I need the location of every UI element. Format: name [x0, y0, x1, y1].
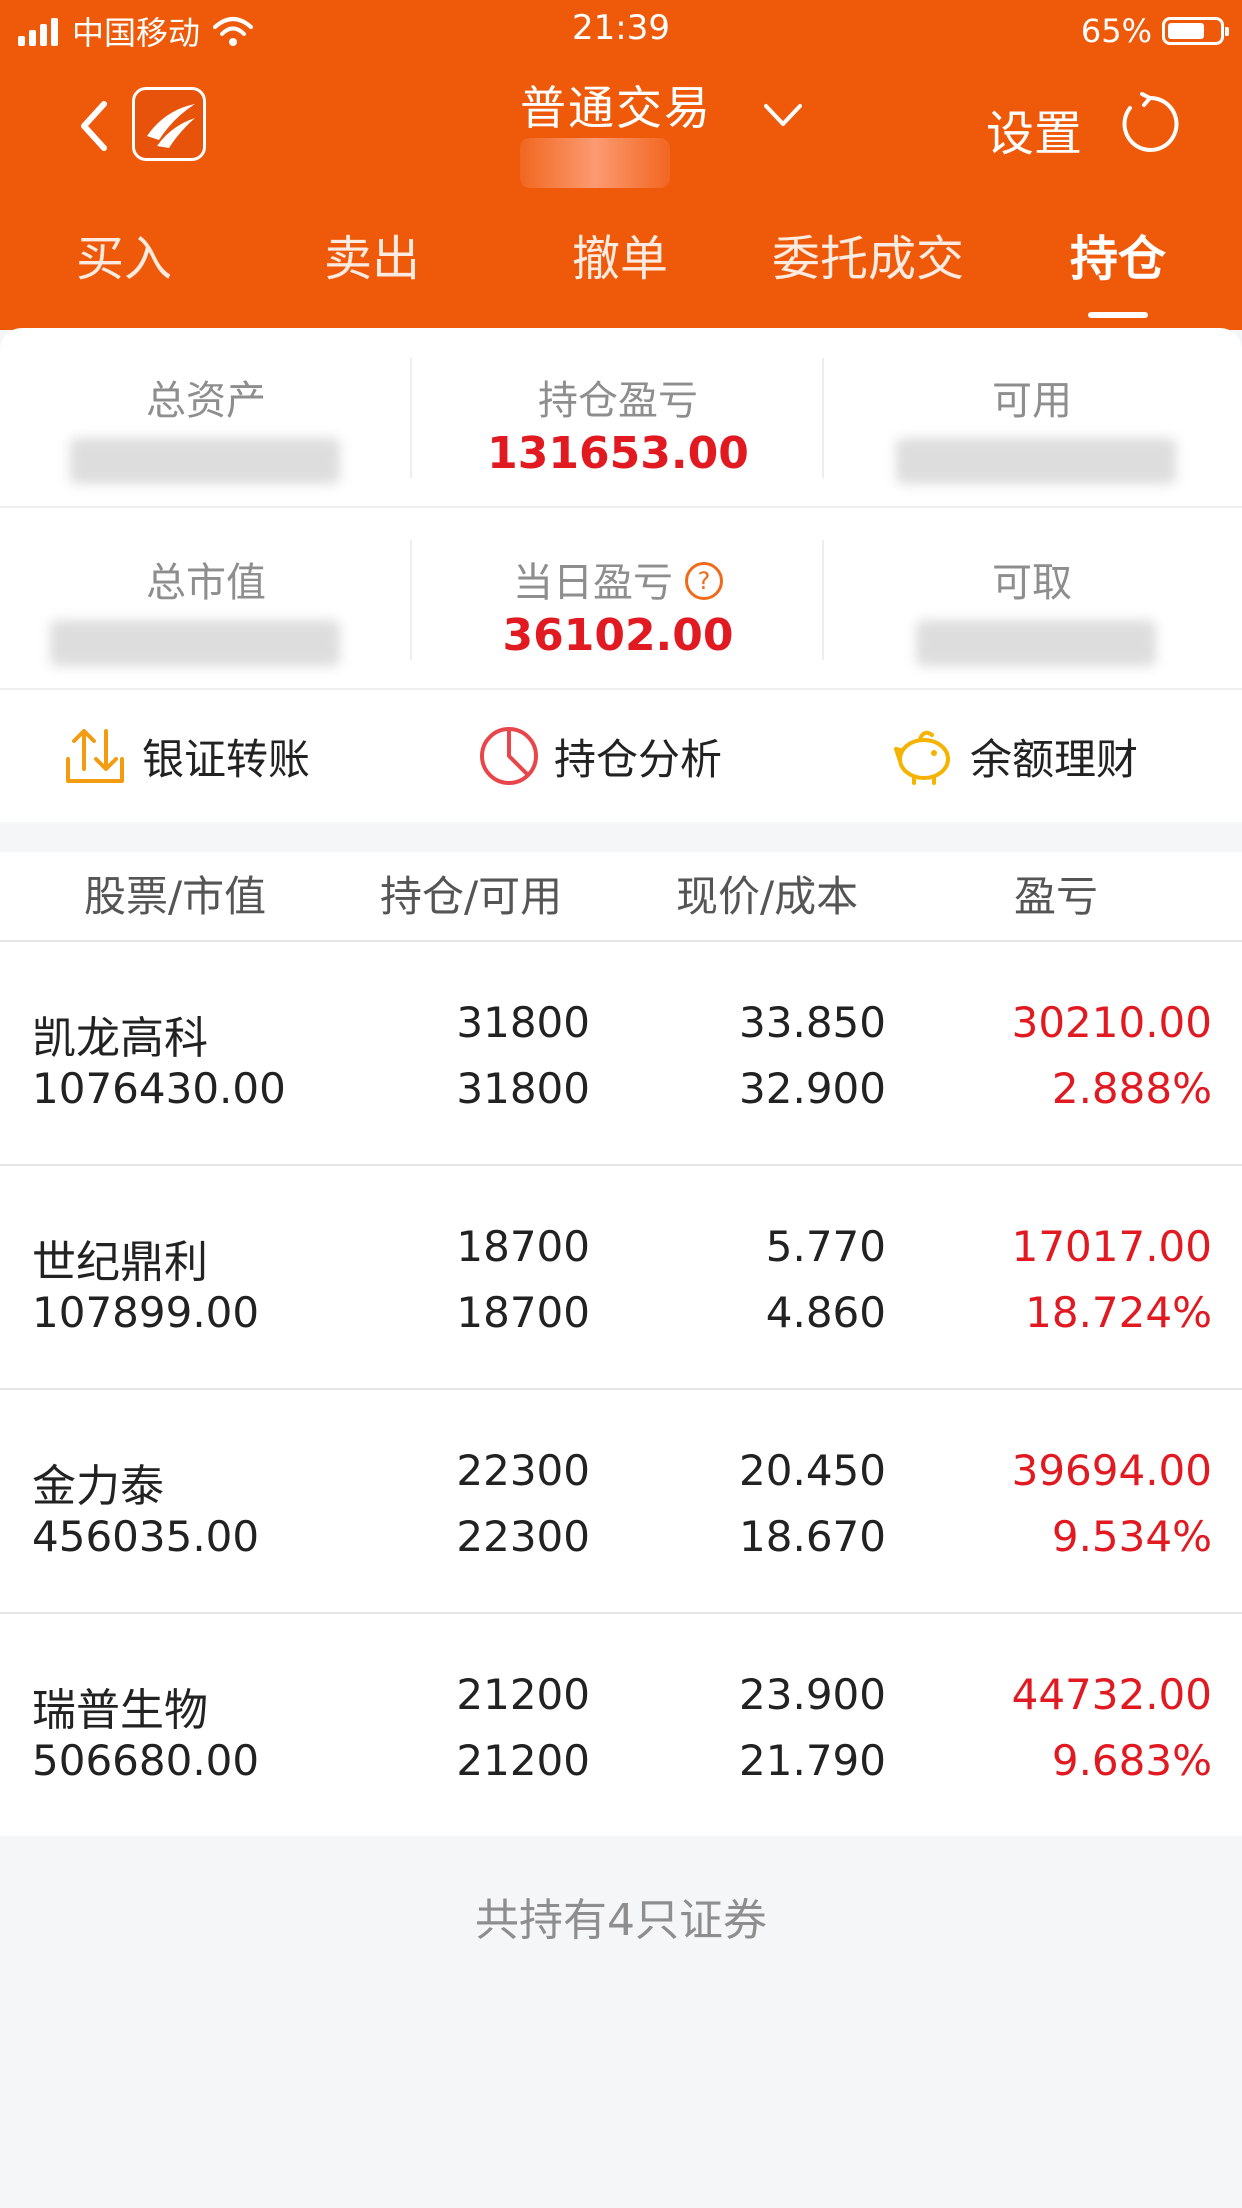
- tab-buy[interactable]: 买入: [0, 222, 248, 322]
- cost-price: 32.900: [739, 1064, 886, 1113]
- position-pl-value: 131653.00: [487, 428, 749, 479]
- cost-price: 4.860: [765, 1288, 886, 1337]
- divider: [410, 358, 412, 478]
- withdrawable-label: 可取: [992, 560, 1072, 606]
- column-header: 现价/成本: [676, 872, 859, 921]
- wealth-management-label: 余额理财: [970, 734, 1139, 784]
- available-funds: 可用: [826, 328, 1238, 508]
- wealth-management-button[interactable]: 余额理财: [890, 720, 1138, 792]
- available-qty: 31800: [456, 1064, 590, 1113]
- stock-market-value: 506680.00: [32, 1736, 260, 1785]
- table-row[interactable]: 金力泰 456035.00 22300 22300 20.450 18.670 …: [0, 1388, 1242, 1614]
- tab-bar: 买入 卖出 撤单 委托成交 持仓: [0, 222, 1242, 322]
- divider: [0, 688, 1242, 690]
- column-header: 持仓/可用: [380, 872, 563, 921]
- stock-market-value: 1076430.00: [32, 1064, 286, 1113]
- tab-positions[interactable]: 持仓: [994, 222, 1242, 322]
- tab-cancel[interactable]: 撤单: [496, 222, 744, 322]
- profit-loss-percent: 9.534%: [1051, 1512, 1212, 1561]
- piggy-bank-icon: [894, 730, 950, 785]
- daily-pl: 当日盈亏? 36102.00: [412, 510, 824, 690]
- tab-sell[interactable]: 卖出: [248, 222, 496, 322]
- tab-orders[interactable]: 委托成交: [744, 222, 992, 322]
- available-qty: 18700: [456, 1288, 590, 1337]
- logo-icon: [147, 104, 195, 148]
- holding-qty: 22300: [456, 1446, 590, 1495]
- stock-name: 金力泰: [32, 1461, 164, 1512]
- refresh-icon[interactable]: [1118, 92, 1182, 156]
- column-header: 盈亏: [1014, 872, 1099, 921]
- stock-name: 世纪鼎利: [32, 1237, 208, 1288]
- page-title: 普通交易: [520, 81, 712, 135]
- stock-market-value: 107899.00: [32, 1288, 260, 1337]
- position-pl: 持仓盈亏 131653.00: [412, 328, 824, 508]
- app-header: 中国移动 21:39 65% 普通交易 设置 买入 卖出 撤单 委托成交 持仓: [0, 0, 1242, 330]
- withdrawable-funds: 可取: [826, 510, 1238, 690]
- profit-loss: 44732.00: [1011, 1670, 1212, 1719]
- current-price: 33.850: [739, 998, 886, 1047]
- available-qty: 22300: [456, 1512, 590, 1561]
- divider: [822, 540, 824, 660]
- stock-market-value: 456035.00: [32, 1512, 260, 1561]
- daily-pl-label-wrap: 当日盈亏?: [412, 550, 824, 608]
- status-bar: 中国移动 21:39 65%: [0, 0, 1242, 62]
- profit-loss: 39694.00: [1011, 1446, 1212, 1495]
- help-icon[interactable]: ?: [685, 562, 723, 600]
- available-label: 可用: [992, 378, 1072, 424]
- battery-percent: 65%: [1080, 12, 1152, 50]
- back-icon[interactable]: [72, 96, 116, 156]
- profit-loss: 17017.00: [1011, 1222, 1212, 1271]
- profit-loss: 30210.00: [1011, 998, 1212, 1047]
- market-value-label: 总市值: [146, 560, 266, 606]
- total-assets-masked: [70, 438, 340, 484]
- table-row[interactable]: 瑞普生物 506680.00 21200 21200 23.900 21.790…: [0, 1612, 1242, 1838]
- total-market-value: 总市值: [0, 510, 412, 690]
- current-price: 5.770: [765, 1222, 886, 1271]
- stock-name: 凯龙高科: [32, 1013, 208, 1064]
- total-assets-label: 总资产: [146, 378, 266, 424]
- active-tab-indicator: [1088, 312, 1148, 318]
- pie-chart-icon: [480, 727, 538, 785]
- settings-button[interactable]: 设置: [986, 94, 1082, 164]
- holding-qty: 21200: [456, 1670, 590, 1719]
- holding-qty: 18700: [456, 1222, 590, 1271]
- account-masked: [520, 138, 670, 188]
- withdrawable-masked: [916, 620, 1156, 666]
- cost-price: 21.790: [739, 1736, 886, 1785]
- status-time: 21:39: [572, 8, 670, 48]
- available-masked: [896, 438, 1176, 484]
- chevron-down-icon: [764, 104, 802, 126]
- broker-logo: [132, 87, 206, 161]
- bank-transfer-button[interactable]: 银证转账: [62, 720, 310, 792]
- column-header: 股票/市值: [84, 872, 267, 921]
- stock-name: 瑞普生物: [32, 1685, 208, 1736]
- holding-qty: 31800: [456, 998, 590, 1047]
- profit-loss-percent: 2.888%: [1051, 1064, 1212, 1113]
- cost-price: 18.670: [739, 1512, 886, 1561]
- profit-loss-percent: 9.683%: [1051, 1736, 1212, 1785]
- current-price: 20.450: [739, 1446, 886, 1495]
- daily-pl-label: 当日盈亏: [513, 560, 673, 606]
- divider: [0, 506, 1242, 508]
- divider: [822, 358, 824, 478]
- table-row[interactable]: 凯龙高科 1076430.00 31800 31800 33.850 32.90…: [0, 940, 1242, 1166]
- daily-pl-value: 36102.00: [502, 610, 734, 661]
- divider: [410, 540, 412, 660]
- bank-transfer-label: 银证转账: [142, 734, 311, 784]
- positions-table: 股票/市值 持仓/可用 现价/成本 盈亏 凯龙高科 1076430.00 318…: [0, 852, 1242, 1836]
- transfer-icon: [66, 729, 124, 783]
- market-value-masked: [50, 620, 340, 666]
- profit-loss-percent: 18.724%: [1025, 1288, 1212, 1337]
- table-row[interactable]: 世纪鼎利 107899.00 18700 18700 5.770 4.860 1…: [0, 1164, 1242, 1390]
- position-analysis-label: 持仓分析: [554, 734, 723, 784]
- battery-icon: [1162, 17, 1229, 45]
- position-analysis-button[interactable]: 持仓分析: [478, 720, 722, 792]
- position-pl-label: 持仓盈亏: [538, 378, 698, 424]
- available-qty: 21200: [456, 1736, 590, 1785]
- total-assets: 总资产: [0, 328, 412, 508]
- current-price: 23.900: [739, 1670, 886, 1719]
- holdings-count: 共持有4只证券: [475, 1895, 767, 1946]
